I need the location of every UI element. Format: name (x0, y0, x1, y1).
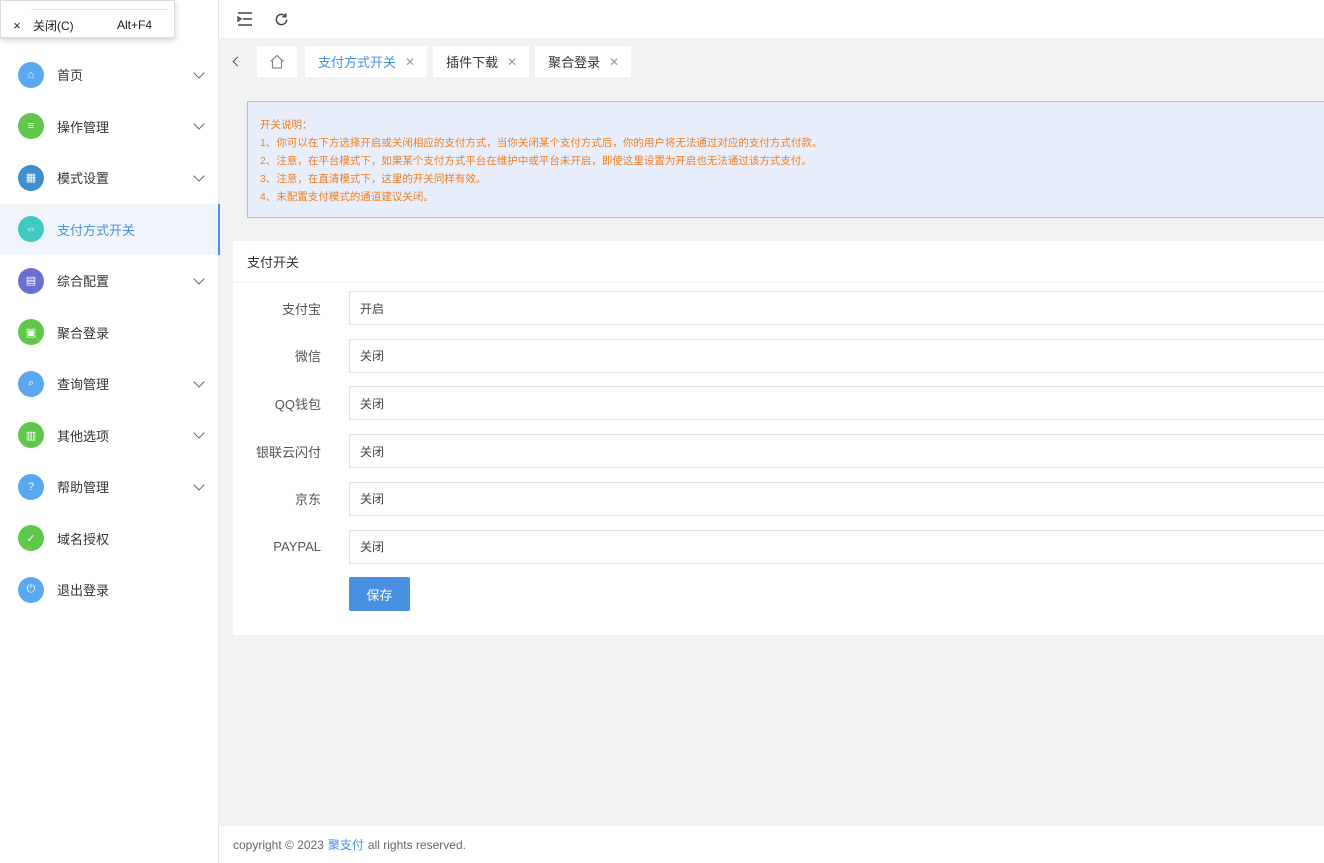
tab-0[interactable]: 支付方式开关 ✕ (305, 46, 428, 77)
notice-line: 2、注意，在平台模式下，如果某个支付方式平台在维护中或平台未开启，即使这里设置为… (260, 155, 812, 167)
notice-line: 4、未配置支付模式的通道建议关闭。 (260, 191, 434, 203)
sidebar-item-icon: ≡ (18, 113, 44, 140)
close-shortcut: Alt+F4 (116, 18, 152, 32)
sidebar-item-4[interactable]: ▤ 综合配置 (0, 255, 219, 307)
chevron-down-icon (193, 427, 205, 439)
sidebar-menu: ⌂ 首页 ≡ 操作管理 ▦ 模式设置 ⇔ 支付方式开关 ▤ 综合配置 ▣ 聚合登录 ⌕ 查询管理 ▥ 其他选项… (0, 49, 220, 616)
close-label: 关闭(C) (33, 18, 74, 33)
form-row: 支付宝 开启 (233, 291, 1324, 325)
payment-switch-card: 支付开关 支付宝 开启 微信 关闭 QQ钱包 关闭 银联云闪付 关闭 京东 关闭 PAYPAL 关闭 … (233, 241, 1324, 635)
sidebar-item-icon: ▣ (18, 319, 44, 346)
sidebar-item-label: 模式设置 (57, 171, 110, 187)
sidebar-item-label: 其他选项 (57, 428, 110, 444)
field-label: 银联云闪付 (255, 444, 321, 460)
tab-label: 插件下载 (446, 55, 499, 70)
sidebar-item-label: 域名授权 (57, 531, 110, 547)
tab-label: 支付方式开关 (318, 55, 397, 70)
sidebar-item-6[interactable]: ⌕ 查询管理 (0, 358, 219, 410)
sidebar-item-label: 支付方式开关 (57, 222, 136, 238)
sidebar-item-1[interactable]: ≡ 操作管理 (0, 101, 219, 153)
footer-brand-link[interactable]: 聚支付 (328, 836, 364, 853)
save-button[interactable]: 保存 (349, 577, 410, 611)
sidebar-item-10[interactable]: ⏻ 退出登录 (0, 564, 219, 616)
tab-2[interactable]: 聚合登录 ✕ (535, 46, 632, 77)
sidebar-item-label: 首页 (57, 68, 84, 84)
sidebar-item-label: 聚合登录 (57, 325, 110, 341)
sidebar-item-icon: ▤ (18, 267, 44, 294)
footer: copyright © 2023 聚支付 all rights reserved… (219, 826, 1324, 863)
close-icon[interactable]: ✕ (507, 55, 517, 69)
tabs-container: 支付方式开关 ✕ 插件下载 ✕ 聚合登录 ✕ (305, 46, 637, 77)
field-label: 京东 (294, 492, 321, 508)
chevron-down-icon (193, 170, 205, 182)
sidebar-item-3[interactable]: ⇔ 支付方式开关 (0, 203, 220, 255)
form-row: QQ钱包 关闭 (233, 386, 1324, 421)
close-icon[interactable]: ✕ (405, 55, 415, 69)
sidebar-item-7[interactable]: ▥ 其他选项 (0, 410, 219, 462)
sidebar-item-icon: ⏻ (18, 576, 44, 603)
sidebar-item-8[interactable]: ? 帮助管理 (0, 461, 219, 513)
form-row: 银联云闪付 关闭 (233, 434, 1324, 469)
notice-box: 开关说明： 1、你可以在下方选择开启或关闭相应的支付方式，当你关闭某个支付方式后，… (247, 101, 1324, 218)
menu-toggle-icon[interactable] (236, 10, 254, 28)
sidebar-item-2[interactable]: ▦ 模式设置 (0, 152, 219, 204)
notice-line: 3、注意，在直清模式下，这里的开关同样有效。 (260, 173, 487, 185)
sidebar-item-5[interactable]: ▣ 聚合登录 (0, 307, 219, 359)
sidebar-item-icon: ▥ (18, 422, 44, 449)
notice-line: 开关说明： (260, 119, 313, 131)
sidebar: ⌂ 首页 ≡ 操作管理 ▦ 模式设置 ⇔ 支付方式开关 ▤ 综合配置 ▣ 聚合登录 ⌕ 查询管理 ▥ 其他选项… (0, 0, 220, 863)
top-bar (219, 0, 1324, 38)
form-row: PAYPAL 关闭 (233, 529, 1324, 564)
chevron-down-icon (193, 376, 205, 388)
sidebar-item-label: 操作管理 (57, 119, 110, 135)
sidebar-item-label: 综合配置 (57, 274, 110, 290)
tab-label: 聚合登录 (548, 55, 601, 70)
context-menu-separator (31, 9, 168, 10)
field-label: 支付宝 (281, 301, 321, 317)
field-label: QQ钱包 (274, 396, 321, 412)
card-title: 支付开关 (233, 241, 1324, 283)
sidebar-item-label: 帮助管理 (57, 480, 110, 496)
sidebar-item-0[interactable]: ⌂ 首页 (0, 49, 219, 101)
tab-1[interactable]: 插件下载 ✕ (433, 46, 530, 77)
form-row: 京东 关闭 (233, 481, 1324, 516)
chevron-down-icon (193, 67, 205, 79)
sidebar-item-icon: ⌕ (18, 370, 44, 397)
sidebar-item-icon: ⇔ (18, 216, 44, 243)
field-label: PAYPAL (273, 539, 321, 554)
chevron-down-icon (193, 273, 205, 285)
sidebar-item-9[interactable]: ✓ 域名授权 (0, 513, 219, 565)
notice-lines: 开关说明： 1、你可以在下方选择开启或关闭相应的支付方式，当你关闭某个支付方式后，… (260, 116, 1324, 206)
field-label: 微信 (294, 349, 321, 365)
notice-line: 1、你可以在下方选择开启或关闭相应的支付方式，当你关闭某个支付方式后，你的用户将… (260, 137, 823, 149)
payment-toggle-select[interactable]: 关闭 (349, 481, 1324, 516)
close-icon: × (13, 17, 21, 33)
context-menu-close-item[interactable]: × 关闭(C) Alt+F4 (1, 14, 174, 36)
tab-home[interactable] (257, 46, 297, 77)
refresh-icon[interactable] (272, 10, 290, 28)
sidebar-item-icon: ⌂ (18, 61, 44, 88)
close-icon[interactable]: ✕ (609, 55, 619, 69)
payment-toggle-select[interactable]: 关闭 (349, 338, 1324, 373)
context-menu: × 关闭(C) Alt+F4 (0, 0, 175, 38)
payment-toggle-select[interactable]: 关闭 (349, 529, 1324, 564)
sidebar-item-label: 退出登录 (57, 583, 110, 599)
chevron-down-icon (193, 118, 205, 130)
sidebar-item-icon: ▦ (18, 164, 44, 191)
home-icon (270, 54, 284, 69)
sidebar-item-icon: ✓ (18, 525, 44, 552)
chevron-down-icon (193, 479, 205, 491)
payment-toggle-select[interactable]: 关闭 (349, 434, 1324, 469)
tab-bar: 支付方式开关 ✕ 插件下载 ✕ 聚合登录 ✕ (219, 38, 1324, 85)
sidebar-item-icon: ? (18, 473, 44, 500)
sidebar-item-label: 查询管理 (57, 377, 110, 393)
payment-toggle-select[interactable]: 关闭 (349, 386, 1324, 421)
footer-rights: all rights reserved. (367, 837, 466, 852)
payment-toggle-select[interactable]: 开启 (349, 291, 1324, 325)
footer-copyright: copyright © 2023 (233, 837, 324, 852)
tab-scroll-left-icon[interactable] (227, 52, 247, 72)
form-row: 微信 关闭 (233, 338, 1324, 373)
